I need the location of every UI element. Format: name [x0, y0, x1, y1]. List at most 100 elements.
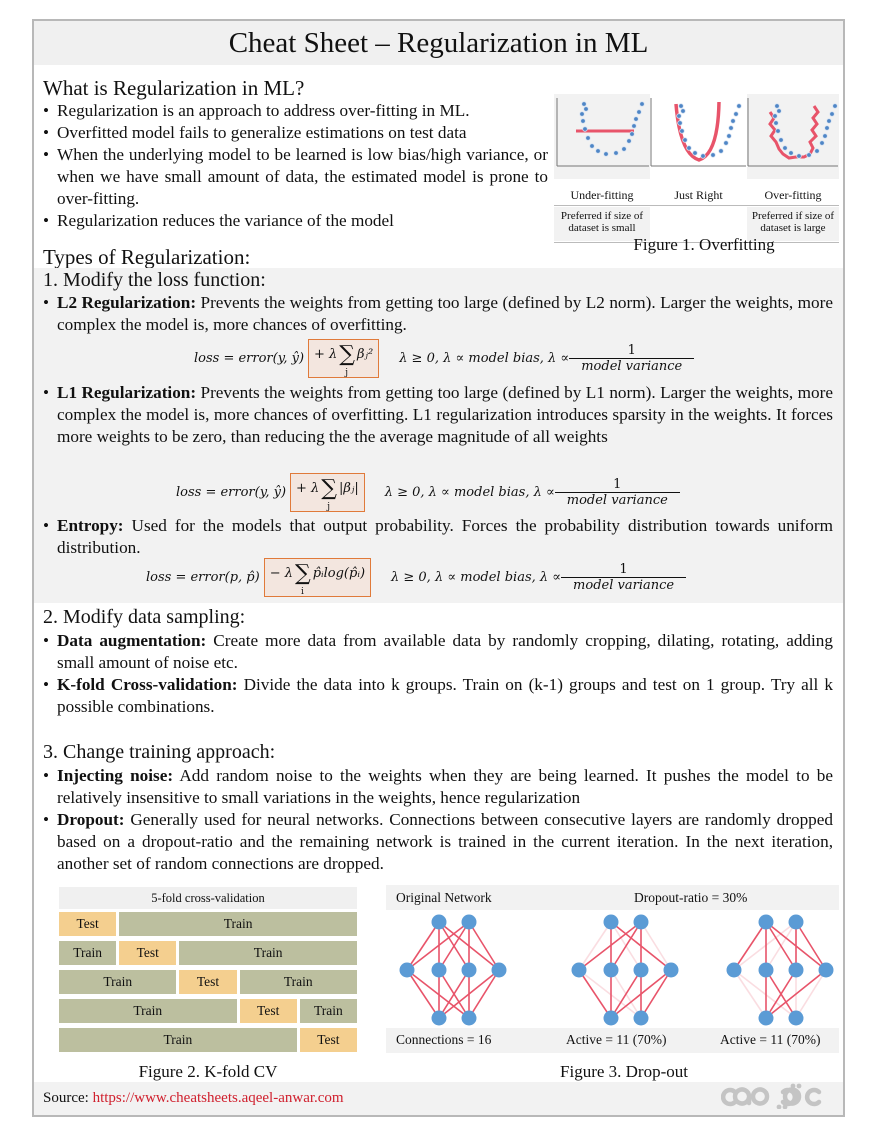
- what-is-bullet: Regularization is an approach to address…: [43, 100, 548, 122]
- cheat-sheet: Cheat Sheet – Regularization in ML What …: [32, 19, 845, 1117]
- kfold-train-cell: Train: [59, 970, 177, 994]
- data-point: [726, 133, 732, 139]
- data-point: [629, 131, 635, 137]
- section3-list: Injecting noise: Add random noise to the…: [43, 765, 833, 875]
- connection: [468, 969, 500, 1019]
- l1-item: L1 Regularization: Prevents the weights …: [43, 382, 833, 448]
- neuron: [431, 962, 447, 978]
- axis: [650, 98, 746, 167]
- data-point: [636, 109, 642, 115]
- kfold-test-cell: Test: [119, 941, 177, 965]
- neuron: [491, 962, 507, 978]
- neuron: [726, 962, 742, 978]
- kfold-test-cell: Test: [299, 1028, 357, 1052]
- what-is-list: Regularization is an approach to address…: [43, 100, 548, 232]
- data-point: [806, 152, 812, 158]
- data-point: [680, 108, 686, 114]
- entropy-item: Entropy: Used for the models that output…: [43, 515, 833, 559]
- data-point: [814, 148, 820, 154]
- data-point: [710, 152, 716, 158]
- neuron: [571, 962, 587, 978]
- page-title: Cheat Sheet – Regularization in ML: [34, 21, 843, 65]
- overfitting-plots: [556, 98, 838, 167]
- data-point: [692, 150, 698, 156]
- data-point: [718, 148, 724, 154]
- data-point: [736, 103, 742, 109]
- kfold-test-cell: Test: [59, 912, 117, 936]
- what-is-heading: What is Regularization in ML?: [43, 76, 305, 100]
- entropy-term: Entropy:: [57, 516, 124, 535]
- section1-list: L1 Regularization: Prevents the weights …: [43, 382, 833, 448]
- neuron: [788, 1010, 804, 1026]
- data-point: [603, 151, 609, 157]
- data-point: [788, 150, 794, 156]
- data-point: [723, 140, 729, 146]
- l2-term: L2 Regularization:: [57, 293, 197, 312]
- dropout-networks: [399, 914, 834, 1026]
- kfold-item: K-fold Cross-validation: Divide the data…: [43, 674, 833, 718]
- axis: [747, 98, 838, 167]
- neuron: [633, 962, 649, 978]
- entropy-formula: loss = error(p, p̂) − λ ∑ i p̂ᵢlog(p̂ᵢ) λ ≥…: [146, 558, 687, 597]
- data-point: [613, 150, 619, 156]
- data-point: [631, 123, 637, 129]
- data-point: [682, 137, 688, 143]
- data-point: [775, 128, 781, 134]
- dropout-item: Dropout: Generally used for neural netwo…: [43, 809, 833, 875]
- neuron: [461, 914, 477, 930]
- neuron: [431, 914, 447, 930]
- data-point: [585, 135, 591, 141]
- data-point: [580, 118, 586, 124]
- kfold-train-cell: Train: [239, 970, 357, 994]
- source-link[interactable]: https://www.cheatsheets.aqeel-anwar.com: [93, 1090, 344, 1106]
- original-network-label: Original Network: [396, 890, 492, 905]
- underfit-note: Preferred if size of dataset is small: [560, 210, 644, 234]
- neuron: [461, 962, 477, 978]
- overfit-label: Over-fitting: [764, 188, 822, 202]
- data-point: [677, 120, 683, 126]
- overfit-note: Preferred if size of dataset is large: [751, 210, 835, 234]
- dropped-connection: [578, 921, 612, 971]
- what-is-bullet: When the underlying model to be learned …: [43, 144, 548, 210]
- source: Source: https://www.cheatsheets.aqeel-an…: [43, 1090, 344, 1106]
- connection: [406, 921, 440, 971]
- dropped-connection: [640, 921, 672, 971]
- section1-list: Entropy: Used for the models that output…: [43, 515, 833, 559]
- neuron: [788, 914, 804, 930]
- figure2-caption: Figure 2. K-fold CV: [138, 1062, 278, 1081]
- data-point: [595, 148, 601, 154]
- entropy-penalty-box: − λ ∑ i p̂ᵢlog(p̂ᵢ): [263, 558, 372, 597]
- neuron: [603, 914, 619, 930]
- neuron: [788, 962, 804, 978]
- neuron: [758, 1010, 774, 1026]
- section1-heading: 1. Modify the loss function:: [43, 269, 266, 291]
- what-is-bullet: Overfitted model fails to generalize est…: [43, 122, 548, 144]
- data-point: [700, 153, 706, 159]
- logo-icon: [721, 1083, 822, 1109]
- l1-formula: loss = error(y, ŷ) + λ ∑ j |βⱼ| λ ≥ 0, λ ∝ …: [176, 473, 680, 512]
- connection: [733, 921, 767, 971]
- figure3-caption: Figure 3. Drop-out: [560, 1062, 688, 1081]
- data-point: [796, 153, 802, 159]
- data-point: [776, 108, 782, 114]
- l2-formula: loss = error(y, ŷ) + λ ∑ j βⱼ² λ ≥ 0, λ ∝ m…: [194, 339, 695, 378]
- data-point: [676, 113, 682, 119]
- connection: [406, 969, 440, 1019]
- data-point: [583, 106, 589, 112]
- kfold-train-cell: Train: [59, 941, 117, 965]
- data-point: [782, 145, 788, 151]
- neuron: [399, 962, 415, 978]
- neuron: [758, 962, 774, 978]
- divider: [554, 205, 839, 206]
- connection: [578, 969, 612, 1019]
- data-point: [824, 125, 830, 131]
- data-point: [822, 133, 828, 139]
- data-point: [778, 137, 784, 143]
- data-point: [582, 126, 588, 132]
- data-point: [773, 120, 779, 126]
- kfold-test-cell: Test: [239, 999, 297, 1023]
- dropped-connection: [733, 969, 767, 1019]
- dropout-ratio-label: Dropout-ratio = 30%: [634, 890, 748, 905]
- dropped-connection: [795, 969, 827, 1019]
- l2-item: L2 Regularization: Prevents the weights …: [43, 292, 833, 336]
